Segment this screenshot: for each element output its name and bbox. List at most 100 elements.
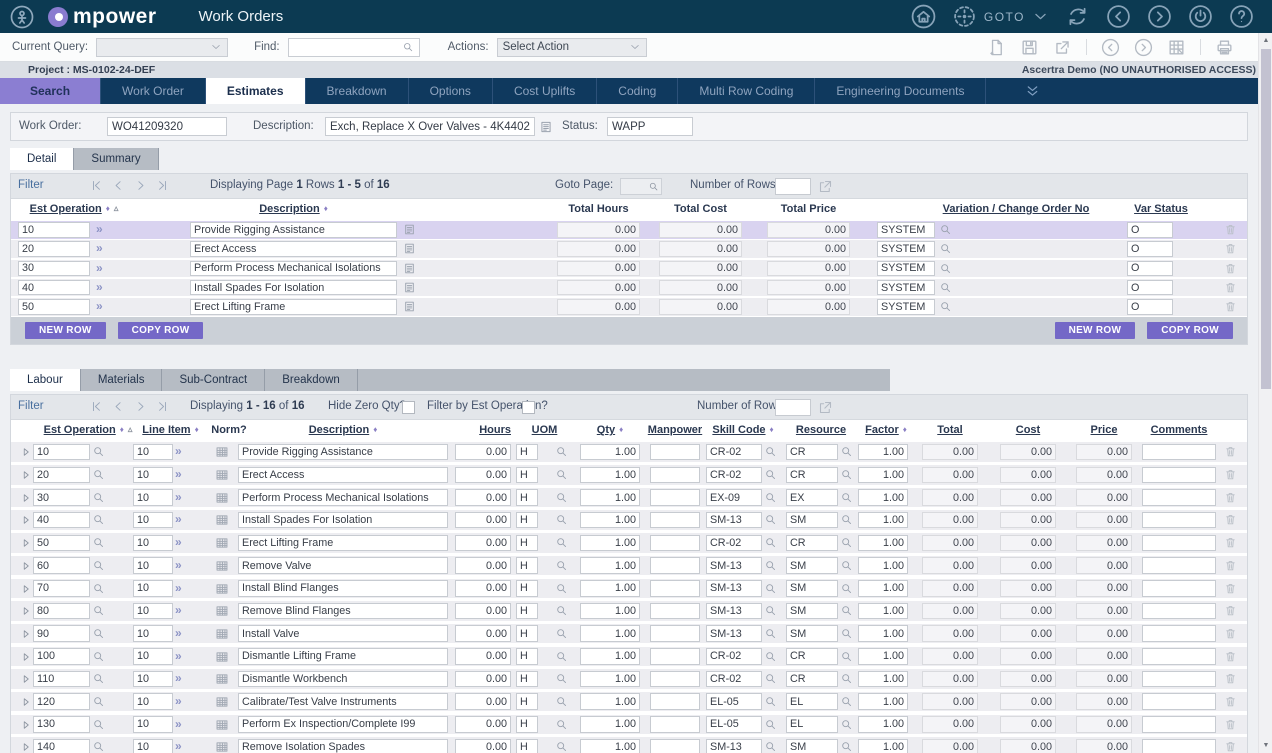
comments-input[interactable]: [1142, 512, 1216, 529]
qty-input[interactable]: [580, 739, 640, 753]
trash-icon[interactable]: [1224, 536, 1237, 549]
expand-caret-icon[interactable]: [20, 673, 32, 685]
norm-table-icon[interactable]: [215, 491, 229, 505]
search-icon[interactable]: [555, 627, 568, 640]
expand-caret-icon[interactable]: [20, 628, 32, 640]
norm-table-icon[interactable]: [215, 695, 229, 709]
search-icon[interactable]: [92, 513, 105, 526]
qty-input[interactable]: [580, 716, 640, 733]
filter-link[interactable]: Filter: [18, 400, 44, 412]
trash-icon[interactable]: [1224, 650, 1237, 663]
skill-code-input[interactable]: [706, 489, 762, 506]
qty-input[interactable]: [580, 648, 640, 665]
comments-input[interactable]: [1142, 671, 1216, 688]
est-operation-input[interactable]: [33, 739, 90, 753]
line-item-input[interactable]: [133, 739, 173, 753]
filter-by-est-operation-checkbox[interactable]: [522, 401, 535, 414]
back-icon[interactable]: [1106, 4, 1131, 29]
uom-input[interactable]: [516, 580, 538, 597]
trash-icon[interactable]: [1224, 604, 1237, 617]
search-icon[interactable]: [555, 559, 568, 572]
search-icon[interactable]: [92, 650, 105, 663]
manpower-input[interactable]: [650, 467, 700, 484]
manpower-input[interactable]: [650, 557, 700, 574]
var-status-input[interactable]: [1127, 299, 1173, 315]
expand-caret-icon[interactable]: [20, 605, 32, 617]
description-input[interactable]: [190, 241, 397, 257]
previous-page-icon[interactable]: [112, 400, 125, 413]
est-operation-input[interactable]: [33, 444, 90, 461]
search-icon[interactable]: [764, 627, 777, 640]
nav-tab[interactable]: Breakdown: [306, 78, 409, 104]
sort-diamond-icon[interactable]: [320, 203, 328, 215]
est-operation-input[interactable]: [33, 625, 90, 642]
factor-input[interactable]: [858, 693, 908, 710]
drilldown-double-chevron-icon[interactable]: [96, 280, 103, 294]
manpower-input[interactable]: [650, 535, 700, 552]
uom-input[interactable]: [516, 739, 538, 753]
search-icon[interactable]: [764, 582, 777, 595]
search-icon[interactable]: [555, 718, 568, 731]
search-icon[interactable]: [939, 242, 952, 255]
trash-icon[interactable]: [1224, 262, 1237, 275]
drilldown-double-chevron-icon[interactable]: [175, 649, 182, 663]
skill-code-input[interactable]: [706, 625, 762, 642]
expand-caret-icon[interactable]: [20, 492, 32, 504]
memo-icon[interactable]: [403, 281, 416, 294]
trash-icon[interactable]: [1224, 445, 1237, 458]
est-operation-input[interactable]: [33, 467, 90, 484]
search-icon[interactable]: [840, 627, 853, 640]
manpower-input[interactable]: [650, 693, 700, 710]
nav-tab[interactable]: Options: [409, 78, 493, 104]
manpower-input[interactable]: [650, 716, 700, 733]
description-input[interactable]: [238, 671, 448, 688]
resource-input[interactable]: [786, 467, 838, 484]
est-operation-input[interactable]: [33, 535, 90, 552]
search-icon[interactable]: [939, 300, 952, 313]
resource-input[interactable]: [786, 739, 838, 753]
comments-input[interactable]: [1142, 648, 1216, 665]
qty-input[interactable]: [580, 603, 640, 620]
new-row-button[interactable]: NEW ROW: [25, 322, 106, 339]
manpower-input[interactable]: [650, 671, 700, 688]
drilldown-double-chevron-icon[interactable]: [175, 535, 182, 549]
factor-input[interactable]: [858, 535, 908, 552]
home-icon[interactable]: [911, 4, 936, 29]
trash-icon[interactable]: [1224, 281, 1237, 294]
drilldown-double-chevron-icon[interactable]: [175, 490, 182, 504]
memo-icon[interactable]: [403, 223, 416, 236]
search-icon[interactable]: [555, 513, 568, 526]
search-icon[interactable]: [840, 672, 853, 685]
work-order-number-input[interactable]: [107, 117, 227, 136]
search-icon[interactable]: [840, 491, 853, 504]
uom-input[interactable]: [516, 444, 538, 461]
expand-caret-icon[interactable]: [20, 560, 32, 572]
table-row[interactable]: [11, 624, 1247, 644]
trash-icon[interactable]: [1224, 672, 1237, 685]
est-operation-input[interactable]: [33, 557, 90, 574]
search-icon[interactable]: [92, 559, 105, 572]
nav-tab[interactable]: Cost Uplifts: [493, 78, 597, 104]
memo-icon[interactable]: [403, 262, 416, 275]
search-icon[interactable]: [92, 672, 105, 685]
expand-caret-icon[interactable]: [20, 651, 32, 663]
hours-input[interactable]: [455, 489, 511, 506]
sub-tab[interactable]: Breakdown: [265, 369, 358, 391]
manpower-input[interactable]: [650, 648, 700, 665]
search-icon[interactable]: [555, 582, 568, 595]
table-row[interactable]: [11, 669, 1247, 689]
search-icon[interactable]: [648, 181, 659, 192]
sort-diamond-icon[interactable]: [369, 424, 377, 436]
qty-input[interactable]: [580, 535, 640, 552]
drilldown-double-chevron-icon[interactable]: [96, 299, 103, 313]
search-icon[interactable]: [92, 695, 105, 708]
description-input[interactable]: [238, 580, 448, 597]
first-page-icon[interactable]: [90, 400, 103, 413]
description-input[interactable]: [190, 280, 397, 296]
nav-tab[interactable]: Coding: [597, 78, 678, 104]
search-icon[interactable]: [555, 604, 568, 617]
expand-caret-icon[interactable]: [20, 719, 32, 731]
hours-input[interactable]: [455, 557, 511, 574]
goto-target-icon[interactable]: [952, 4, 977, 29]
hours-input[interactable]: [455, 648, 511, 665]
